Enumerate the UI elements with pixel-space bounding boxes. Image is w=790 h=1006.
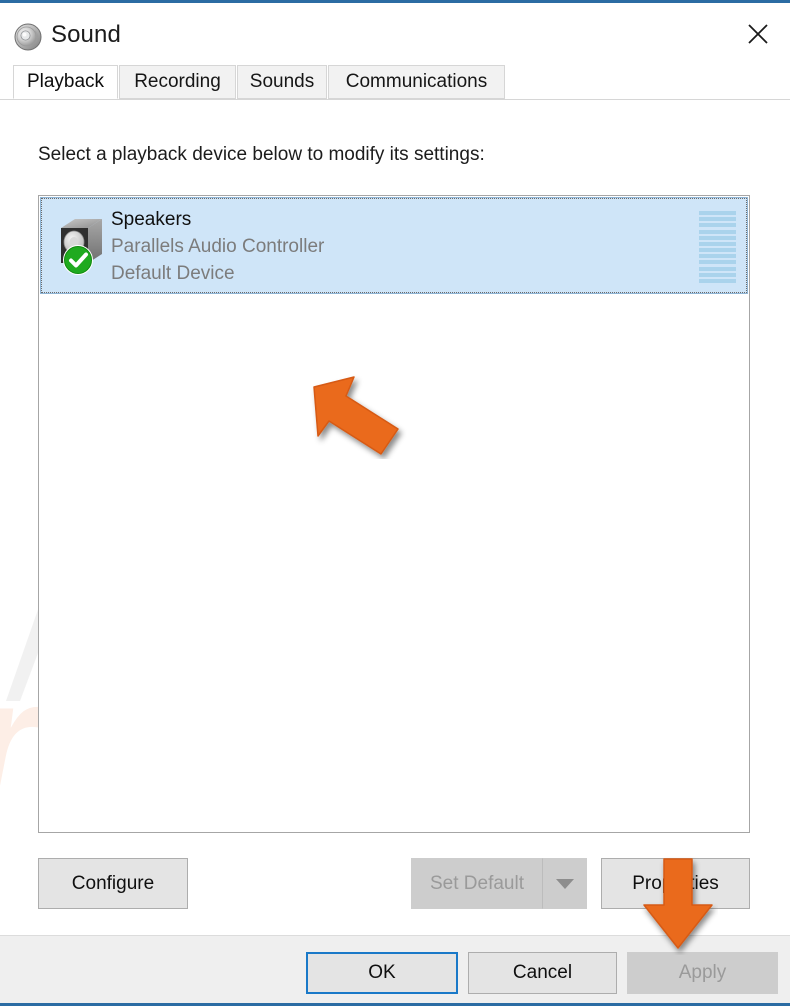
volume-meter-segment xyxy=(699,223,736,228)
list-item[interactable]: Speakers Parallels Audio Controller Defa… xyxy=(40,197,748,294)
volume-meter-segment xyxy=(699,266,736,271)
dialog-footer: OK Cancel Apply xyxy=(0,935,790,1003)
speaker-device-icon xyxy=(58,214,114,276)
set-default-button[interactable]: Set Default xyxy=(411,858,542,909)
volume-meter-segment xyxy=(699,229,736,234)
volume-meter-segment xyxy=(699,254,736,259)
volume-meter-segment xyxy=(699,211,736,215)
device-action-buttons: Configure Set Default Properties xyxy=(0,858,790,912)
tab-communications-label: Communications xyxy=(345,71,488,92)
volume-meter-segment xyxy=(699,272,736,277)
set-default-dropdown-button[interactable] xyxy=(542,858,587,909)
apply-button-label: Apply xyxy=(678,962,727,983)
tab-sounds[interactable]: Sounds xyxy=(237,65,327,99)
playback-device-list[interactable]: Speakers Parallels Audio Controller Defa… xyxy=(38,195,750,833)
chevron-down-icon xyxy=(555,878,574,889)
volume-meter xyxy=(699,211,736,283)
instruction-text: Select a playback device below to modify… xyxy=(38,144,485,165)
device-name: Speakers xyxy=(111,209,192,230)
cancel-button[interactable]: Cancel xyxy=(468,952,617,994)
cancel-button-label: Cancel xyxy=(512,962,573,983)
volume-meter-segment xyxy=(699,235,736,240)
apply-button[interactable]: Apply xyxy=(627,952,778,994)
tab-strip-underline xyxy=(0,99,790,100)
properties-button-label: Properties xyxy=(632,872,719,894)
volume-meter-segment xyxy=(699,241,736,246)
tab-recording-label: Recording xyxy=(134,71,221,92)
ok-button[interactable]: OK xyxy=(306,952,458,994)
configure-button[interactable]: Configure xyxy=(38,858,188,909)
page-title: Sound xyxy=(51,21,121,48)
volume-meter-segment xyxy=(699,278,736,283)
volume-meter-segment xyxy=(699,248,736,253)
volume-meter-segment xyxy=(699,260,736,265)
tab-communications[interactable]: Communications xyxy=(328,65,505,99)
close-icon[interactable] xyxy=(726,6,790,62)
tab-sounds-label: Sounds xyxy=(249,71,315,92)
tab-playback[interactable]: Playback xyxy=(13,65,118,99)
configure-button-label: Configure xyxy=(71,872,155,894)
volume-meter-segment xyxy=(699,217,736,222)
device-status: Default Device xyxy=(111,263,235,284)
tab-recording[interactable]: Recording xyxy=(119,65,236,99)
tab-playback-label: Playback xyxy=(26,71,105,92)
tab-strip: Playback Recording Sounds Communications xyxy=(0,65,790,101)
properties-button[interactable]: Properties xyxy=(601,858,750,909)
playback-tab-panel: PC risk.com Select a playback device bel… xyxy=(0,101,790,949)
sound-dialog-window: Sound Playback Recording Sounds Communic… xyxy=(0,0,790,1006)
device-description: Parallels Audio Controller xyxy=(111,236,325,257)
ok-button-label: OK xyxy=(368,962,396,983)
set-default-button-label: Set Default xyxy=(430,872,524,894)
speaker-icon xyxy=(11,20,45,54)
title-bar: Sound xyxy=(0,6,790,65)
